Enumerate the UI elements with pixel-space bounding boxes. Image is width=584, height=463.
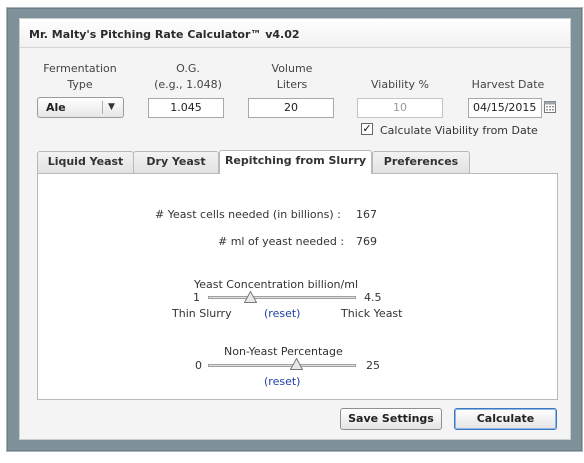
concentration-slider-thumb[interactable] <box>243 291 257 303</box>
non-yeast-slider-thumb[interactable] <box>290 358 304 370</box>
viability-input[interactable]: 10 <box>357 98 443 118</box>
viability-label: Viability % <box>370 78 429 91</box>
thick-yeast-caption: Thick Yeast <box>341 307 403 320</box>
ml-needed-label: # ml of yeast needed : <box>218 235 345 248</box>
volume-input[interactable]: 20 <box>248 98 334 118</box>
concentration-max: 4.5 <box>364 291 382 304</box>
cells-needed-label: # Yeast cells needed (in billions) : <box>155 208 341 221</box>
select-divider <box>102 101 103 114</box>
calendar-icon[interactable] <box>544 101 556 113</box>
tab-dry-yeast[interactable]: Dry Yeast <box>133 151 219 173</box>
tab-liquid-yeast[interactable]: Liquid Yeast <box>37 151 134 173</box>
tab-panel: # Yeast cells needed (in billions) : 167… <box>37 173 558 400</box>
fermentation-label: Fermentation <box>43 62 117 75</box>
calculate-viability-label: Calculate Viability from Date <box>380 124 538 137</box>
harvest-date-label: Harvest Date <box>471 78 545 91</box>
title-bar: Mr. Malty's Pitching Rate Calculator™ v4… <box>20 19 570 48</box>
window-title: Mr. Malty's Pitching Rate Calculator™ v4… <box>29 28 300 41</box>
cells-needed-value: 167 <box>356 208 377 221</box>
volume-unit-label: Liters <box>276 78 308 91</box>
chevron-down-icon[interactable]: ▼ <box>108 102 115 112</box>
thin-slurry-caption: Thin Slurry <box>172 307 232 320</box>
non-yeast-reset-link[interactable]: (reset) <box>264 375 300 388</box>
concentration-label: Yeast Concentration billion/ml <box>194 278 359 291</box>
tab-preferences[interactable]: Preferences <box>372 151 470 173</box>
volume-label: Volume <box>271 62 313 75</box>
fermentation-type-select[interactable]: Ale ▼ <box>37 97 124 118</box>
harvest-date-input[interactable]: 04/15/2015 <box>468 98 542 118</box>
non-yeast-max: 25 <box>366 359 380 372</box>
og-label: O.G. <box>176 62 200 75</box>
concentration-min: 1 <box>193 291 200 304</box>
checkmark-icon: ✓ <box>362 122 372 135</box>
non-yeast-min: 0 <box>195 359 202 372</box>
concentration-reset-link[interactable]: (reset) <box>264 307 300 320</box>
og-example-label: (e.g., 1.048) <box>154 78 222 91</box>
calculate-button[interactable]: Calculate <box>454 408 557 430</box>
non-yeast-slider-track[interactable] <box>208 364 356 367</box>
og-input[interactable]: 1.045 <box>148 98 224 118</box>
ml-needed-value: 769 <box>356 235 377 248</box>
tab-repitching-from-slurry[interactable]: Repitching from Slurry <box>219 150 372 174</box>
concentration-slider-track[interactable] <box>208 296 356 299</box>
non-yeast-label: Non-Yeast Percentage <box>224 345 343 358</box>
app-window: Mr. Malty's Pitching Rate Calculator™ v4… <box>19 18 571 440</box>
save-settings-button[interactable]: Save Settings <box>340 408 442 430</box>
calculate-viability-checkbox[interactable]: ✓ <box>361 123 373 135</box>
fermentation-label-type: Type <box>67 78 93 91</box>
fermentation-type-value: Ale <box>46 101 66 114</box>
